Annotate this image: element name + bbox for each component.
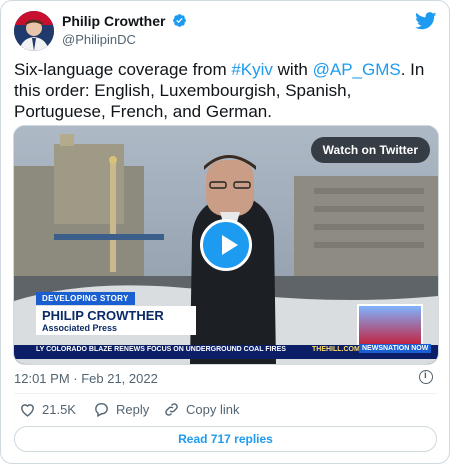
tweet-text: Six-language coverage from #Kyiv with @A… <box>14 60 425 121</box>
play-button[interactable] <box>200 219 252 271</box>
network-graphic <box>357 304 423 348</box>
divider <box>14 393 437 394</box>
lower-third-name: PHILIP CROWTHER <box>36 306 196 323</box>
like-button[interactable]: 21.5K <box>19 401 76 418</box>
avatar[interactable] <box>14 11 54 51</box>
info-icon[interactable]: i <box>419 370 433 384</box>
tweet-card: Philip Crowther @PhilipinDC Six-language… <box>0 0 450 464</box>
read-replies-button[interactable]: Read 717 replies <box>14 426 437 452</box>
lower-third-affiliation: Associated Press <box>36 323 196 335</box>
watch-on-twitter-button[interactable]: Watch on Twitter <box>310 137 430 163</box>
news-ticker-site: THEHILL.COM <box>312 346 360 353</box>
network-logo: NEWSNATION NOW <box>359 344 432 353</box>
reply-button[interactable]: Reply <box>93 401 149 418</box>
author-handle[interactable]: @PhilipinDC <box>62 32 136 47</box>
hashtag-link[interactable]: #Kyiv <box>231 60 273 79</box>
twitter-bird-icon[interactable] <box>415 12 437 30</box>
news-ticker-text: LY COLORADO BLAZE RENEWS FOCUS ON UNDERG… <box>36 346 286 353</box>
author-name[interactable]: Philip Crowther <box>62 13 187 29</box>
copy-link-button[interactable]: Copy link <box>163 401 239 418</box>
verified-badge-icon <box>173 14 187 27</box>
reply-icon <box>95 403 108 418</box>
heart-icon <box>21 404 34 417</box>
link-icon <box>165 403 178 416</box>
tweet-timestamp[interactable]: 12:01 PM · Feb 21, 2022 <box>14 371 158 386</box>
lower-third-tag: DEVELOPING STORY <box>36 292 135 305</box>
video-player[interactable]: Watch on Twitter DEVELOPING STORY PHILIP… <box>13 125 439 365</box>
mention-link[interactable]: @AP_GMS <box>313 60 401 79</box>
